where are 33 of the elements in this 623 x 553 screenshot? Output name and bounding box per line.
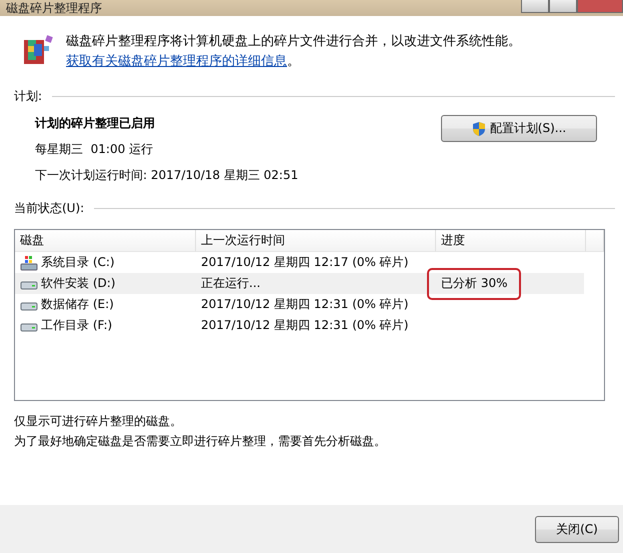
schedule-frequency: 每星期三 01:00 运行	[35, 141, 154, 158]
last-run-time: 2017/10/12 星期四 12:31 (0% 碎片)	[201, 317, 408, 334]
column-header	[586, 230, 604, 252]
help-link[interactable]: 获取有关磁盘碎片整理程序的详细信息	[66, 54, 287, 69]
disk-name: 工作目录 (F:)	[41, 317, 112, 334]
note-text: 仅显示可进行碎片整理的磁盘。	[14, 413, 183, 430]
disk-row[interactable]: 数据储存 (E:) 2017/10/12 星期四 12:31 (0% 碎片)	[15, 294, 584, 315]
close-dialog-button[interactable]: 关闭(C)	[535, 516, 619, 542]
column-header[interactable]: 磁盘	[15, 230, 196, 252]
note-text: 为了最好地确定磁盘是否需要立即进行碎片整理，需要首先分析磁盘。	[14, 433, 387, 450]
intro-text: 磁盘碎片整理程序将计算机硬盘上的碎片文件进行合并，以改进文件系统性能。 获取有关磁盘碎片整理程序的详细信息。	[66, 33, 522, 71]
minimize-button[interactable]	[521, 0, 549, 13]
schedule-status: 计划的碎片整理已启用	[35, 115, 156, 132]
shield-icon	[472, 120, 486, 136]
maximize-button[interactable]	[549, 0, 577, 13]
system-drive-icon	[20, 254, 38, 270]
last-run-time: 正在运行...	[201, 275, 260, 292]
next-run-text: 下一次计划运行时间: 2017/10/18 星期三 02:51	[35, 167, 298, 184]
disk-name: 系统目录 (C:)	[41, 254, 115, 271]
window-title: 磁盘碎片整理程序	[6, 0, 102, 16]
progress-text: 已分析 30%	[441, 275, 508, 292]
last-run-time: 2017/10/12 星期四 12:17 (0% 碎片)	[201, 254, 408, 271]
last-run-time: 2017/10/12 星期四 12:31 (0% 碎片)	[201, 296, 408, 313]
section-label: 计划:	[14, 88, 42, 105]
section-label: 当前状态(U):	[14, 200, 84, 217]
disk-row[interactable]: 软件安装 (D:) 正在运行... 已分析 30%	[15, 273, 584, 294]
disk-name: 软件安装 (D:)	[41, 275, 116, 292]
configure-schedule-button[interactable]: 配置计划(S)...	[441, 115, 597, 142]
disk-row[interactable]: 工作目录 (F:) 2017/10/12 星期四 12:31 (0% 碎片)	[15, 315, 584, 336]
disk-name: 数据储存 (E:)	[41, 296, 114, 313]
disk-row[interactable]: 系统目录 (C:) 2017/10/12 星期四 12:17 (0% 碎片)	[15, 252, 584, 273]
column-header[interactable]: 上一次运行时间	[196, 230, 436, 252]
column-header[interactable]: 进度	[436, 230, 586, 252]
